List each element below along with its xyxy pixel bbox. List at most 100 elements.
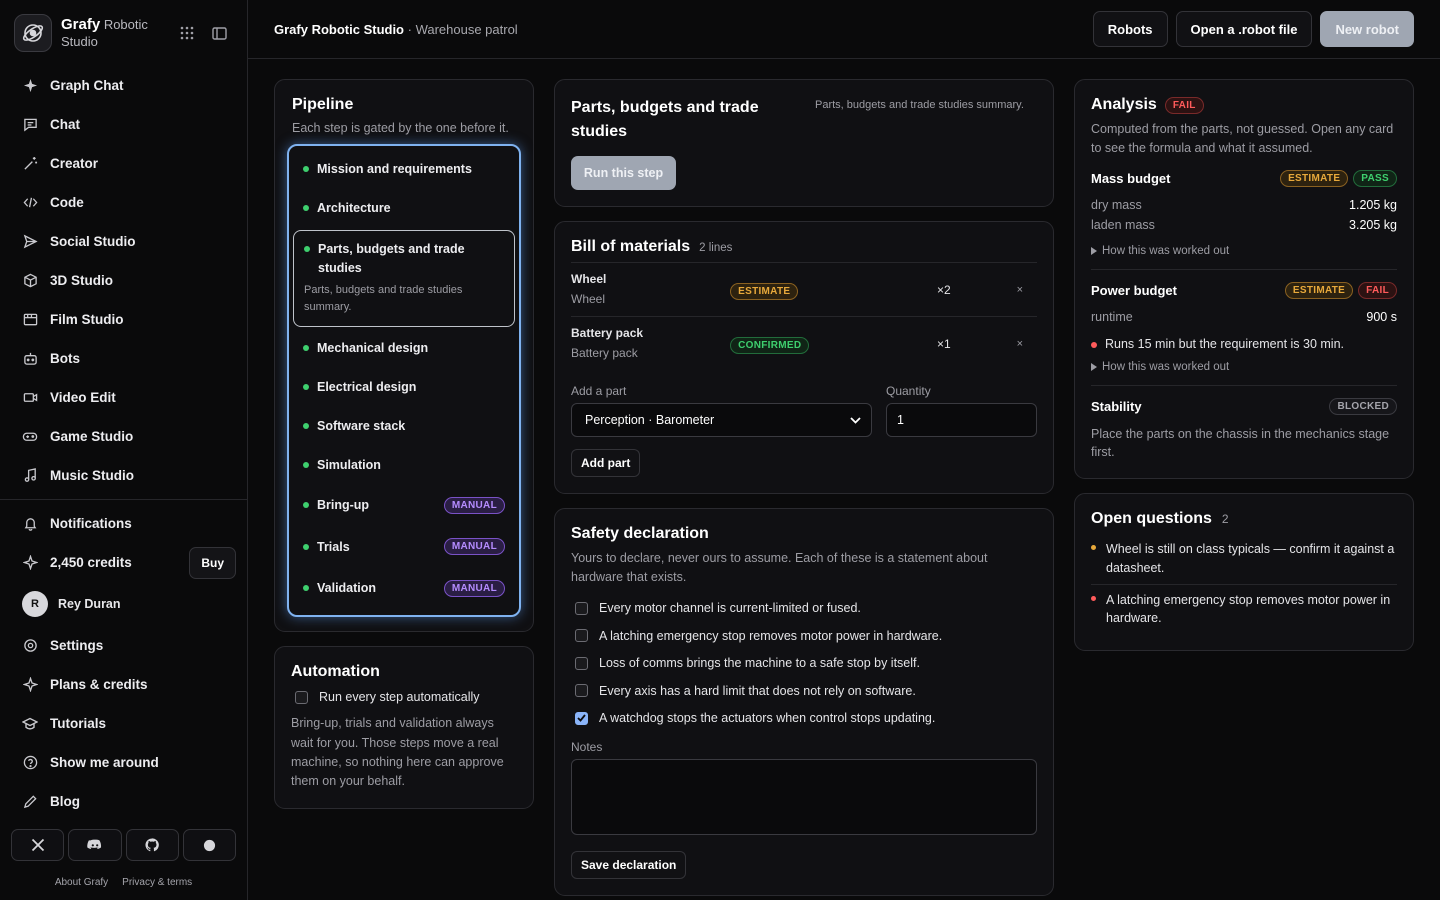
- question-item[interactable]: A latching emergency stop removes motor …: [1091, 583, 1397, 635]
- safety-item[interactable]: A watchdog stops the actuators when cont…: [571, 705, 1037, 733]
- sidebar-item-bots[interactable]: Bots: [0, 339, 247, 378]
- open-robot-file-button[interactable]: Open a .robot file: [1175, 11, 1313, 47]
- new-robot-button[interactable]: New robot: [1320, 11, 1414, 47]
- save-declaration-button[interactable]: Save declaration: [571, 851, 687, 879]
- x-icon[interactable]: [11, 829, 65, 861]
- metric-value: 3.205 kg: [1349, 217, 1397, 232]
- safety-checkbox[interactable]: [575, 711, 588, 725]
- status-badge: BLOCKED: [1329, 397, 1397, 415]
- sidebar-item-tutorials[interactable]: Tutorials: [0, 704, 247, 743]
- about-link[interactable]: About Grafy: [55, 877, 108, 888]
- pipeline-step[interactable]: Mechanical design: [293, 329, 515, 368]
- safety-card: Safety declaration Yours to declare, nev…: [554, 508, 1054, 896]
- grafy-logo[interactable]: [14, 14, 52, 52]
- sidebar-item-code[interactable]: Code: [0, 183, 247, 222]
- safety-item[interactable]: Every axis has a hard limit that does no…: [571, 677, 1037, 705]
- auto-run-toggle[interactable]: Run every step automatically: [291, 690, 517, 704]
- safety-item-label: A watchdog stops the actuators when cont…: [599, 711, 936, 726]
- quantity-input[interactable]: 1: [886, 403, 1037, 437]
- metric-value: 1.205 kg: [1349, 197, 1397, 212]
- safety-item-label: Loss of comms brings the machine to a sa…: [599, 656, 920, 671]
- safety-item[interactable]: Every motor channel is current-limited o…: [571, 595, 1037, 623]
- sidebar-item-label: Plans & credits: [50, 677, 148, 692]
- mass-howto-toggle[interactable]: How this was worked out: [1091, 245, 1397, 257]
- part-qty: ×2: [937, 282, 951, 297]
- sparkle-icon: [22, 555, 38, 571]
- remove-part-button[interactable]: ×: [1017, 338, 1037, 350]
- buy-credits-button[interactable]: Buy: [189, 546, 236, 579]
- safety-checkbox[interactable]: [575, 629, 588, 643]
- pipeline-step[interactable]: Simulation: [293, 446, 515, 485]
- automation-title: Automation: [291, 663, 380, 681]
- pipeline-step[interactable]: Architecture: [293, 189, 515, 228]
- pipeline-step[interactable]: Validation MANUAL: [293, 568, 515, 610]
- sidebar-item-3d-studio[interactable]: 3D Studio: [0, 261, 247, 300]
- sidebar-item-blog[interactable]: Blog: [0, 782, 247, 821]
- step-summary: Parts, budgets and trade studies summary…: [815, 99, 1024, 111]
- sidebar-item-tour[interactable]: Show me around: [0, 743, 247, 782]
- metric-row: runtime 900 s: [1091, 307, 1397, 327]
- sidebar-item-chat[interactable]: Chat: [0, 105, 247, 144]
- sidebar-item-graph-chat[interactable]: Graph Chat: [0, 66, 247, 105]
- safety-item[interactable]: Loss of comms brings the machine to a sa…: [571, 650, 1037, 678]
- power-howto-toggle[interactable]: How this was worked out: [1091, 361, 1397, 373]
- notes-textarea[interactable]: [571, 759, 1037, 835]
- error-dot-icon: [1091, 341, 1097, 348]
- status-badge: FAIL: [1358, 281, 1397, 299]
- breadcrumb-app[interactable]: Grafy Robotic Studio: [274, 22, 404, 37]
- safety-checkbox[interactable]: [575, 601, 588, 615]
- sidebar-item-film-studio[interactable]: Film Studio: [0, 300, 247, 339]
- pipeline-step[interactable]: Software stack: [293, 407, 515, 446]
- remove-part-button[interactable]: ×: [1017, 284, 1037, 296]
- status-badge: PASS: [1353, 169, 1397, 187]
- github-icon[interactable]: [125, 829, 179, 861]
- question-item[interactable]: Wheel is still on class typicals — confi…: [1091, 534, 1397, 584]
- sidebar-item-settings[interactable]: Settings: [0, 626, 247, 665]
- pencil-icon: [22, 794, 38, 810]
- step-label: Bring-up: [317, 498, 370, 513]
- sidebar-item-label: Film Studio: [50, 312, 124, 327]
- pipeline-step[interactable]: Mission and requirements: [293, 150, 515, 189]
- pipeline-step[interactable]: Parts, budgets and trade studies Parts, b…: [293, 229, 515, 327]
- pipeline-step[interactable]: Trials MANUAL: [293, 526, 515, 568]
- robots-button[interactable]: Robots: [1092, 11, 1168, 47]
- sidebar-item-creator[interactable]: Creator: [0, 144, 247, 183]
- step-desc: Parts, budgets and trade studies summary…: [304, 283, 463, 314]
- safety-item[interactable]: A latching emergency stop removes motor …: [571, 622, 1037, 650]
- user-profile[interactable]: R Rey Duran: [0, 582, 247, 626]
- step-status-dot: [303, 166, 309, 173]
- pipeline-step[interactable]: Bring-up MANUAL: [293, 485, 515, 527]
- auto-run-checkbox[interactable]: [295, 690, 308, 704]
- status-dot-icon: [1091, 595, 1096, 601]
- sidebar-item-label: Show me around: [50, 755, 159, 770]
- circle-icon[interactable]: [182, 829, 236, 861]
- sidebar-item-plans[interactable]: Plans & credits: [0, 665, 247, 704]
- part-sub: Wheel: [571, 291, 606, 306]
- safety-checkbox[interactable]: [575, 684, 588, 698]
- step-card: Parts, budgets and trade studies Parts, …: [554, 79, 1054, 207]
- sidebar-item-notifications[interactable]: Notifications: [0, 504, 247, 543]
- part-name: Wheel: [571, 272, 607, 287]
- run-step-button[interactable]: Run this step: [571, 156, 676, 190]
- sidebar-item-video-edit[interactable]: Video Edit: [0, 378, 247, 417]
- bell-icon: [22, 516, 38, 532]
- stability: Stability BLOCKED Place the parts on the…: [1091, 386, 1397, 463]
- discord-icon[interactable]: [68, 829, 122, 861]
- part-select[interactable]: Perception · Barometer: [571, 403, 872, 437]
- sidebar-toggle-icon[interactable]: [212, 26, 227, 40]
- add-part-button[interactable]: Add part: [571, 449, 641, 477]
- step-status-dot: [303, 384, 309, 391]
- sidebar-item-game-studio[interactable]: Game Studio: [0, 417, 247, 456]
- bom-row: Wheel Wheel ESTIMATE ×2 ×: [571, 262, 1037, 316]
- status-dot-icon: [1091, 545, 1096, 550]
- privacy-link[interactable]: Privacy & terms: [122, 877, 192, 888]
- safety-checkbox[interactable]: [575, 656, 588, 670]
- pipeline-step[interactable]: Electrical design: [293, 368, 515, 407]
- chevron-down-icon: [850, 416, 861, 424]
- social-links: [0, 829, 247, 861]
- sidebar-item-music-studio[interactable]: Music Studio: [0, 456, 247, 495]
- sidebar-item-label: Graph Chat: [50, 78, 124, 93]
- sidebar-item-social-studio[interactable]: Social Studio: [0, 222, 247, 261]
- apps-grid-icon[interactable]: [180, 26, 194, 40]
- caret-right-icon: [1091, 246, 1097, 255]
